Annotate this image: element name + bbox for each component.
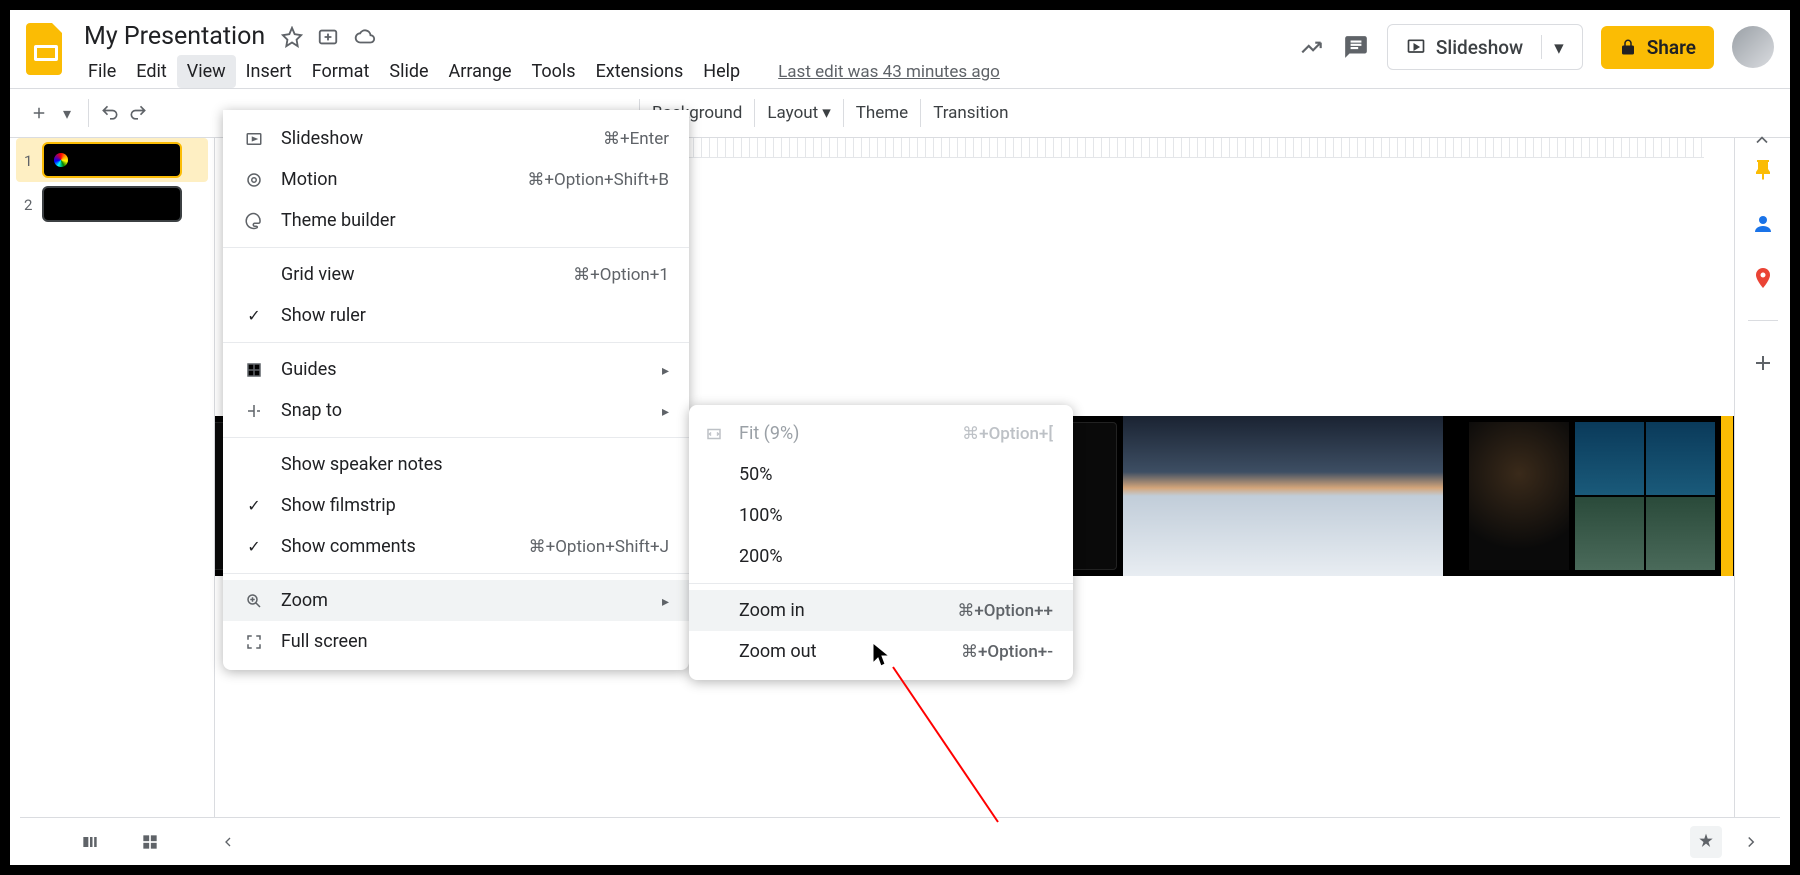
move-icon[interactable] (317, 26, 339, 48)
menu-view[interactable]: View (177, 55, 236, 88)
show-side-panel-icon[interactable] (1742, 833, 1760, 851)
cloud-status-icon[interactable] (353, 26, 377, 48)
view-menu-zoom[interactable]: Zoom (223, 580, 689, 621)
fullscreen-icon (243, 633, 265, 651)
comments-icon[interactable] (1343, 34, 1369, 60)
fit-icon (703, 425, 725, 443)
last-edit-link[interactable]: Last edit was 43 minutes ago (768, 56, 1010, 88)
menu-tools[interactable]: Tools (522, 55, 586, 88)
grid-view-icon[interactable] (140, 832, 160, 852)
slideshow-dropdown-icon[interactable]: ▾ (1554, 36, 1564, 59)
submenu-arrow-icon (662, 359, 669, 380)
collapse-toolbar-icon[interactable] (1752, 130, 1772, 150)
contacts-icon[interactable] (1751, 212, 1775, 236)
zoom-icon (243, 592, 265, 610)
annotation-cursor-icon (872, 642, 874, 644)
new-slide-button[interactable] (28, 102, 50, 124)
snap-icon (243, 402, 265, 420)
zoom-100[interactable]: 100% (689, 495, 1073, 536)
chevron-down-icon: ▾ (822, 103, 831, 123)
filmstrip-view-icon[interactable] (80, 832, 100, 852)
trend-icon[interactable] (1299, 34, 1325, 60)
menu-bar: File Edit View Insert Format Slide Arran… (78, 55, 1299, 88)
thumb-number: 2 (24, 186, 32, 214)
zoom-in[interactable]: Zoom in ⌘+Option++ (689, 590, 1073, 631)
view-menu-show-ruler[interactable]: Show ruler (223, 295, 689, 336)
view-menu-snap-to[interactable]: Snap to (223, 390, 689, 431)
slides-logo[interactable] (22, 18, 70, 80)
undo-icon[interactable] (99, 102, 121, 124)
menu-arrange[interactable]: Arrange (439, 55, 522, 88)
zoom-submenu: Fit (9%) ⌘+Option+[ 50% 100% 200% Zoom i… (689, 405, 1073, 680)
toolbar-theme[interactable]: Theme (846, 97, 918, 129)
menu-edit[interactable]: Edit (126, 55, 176, 88)
motion-icon (243, 171, 265, 189)
zoom-fit[interactable]: Fit (9%) ⌘+Option+[ (689, 413, 1073, 454)
zoom-50[interactable]: 50% (689, 454, 1073, 495)
side-panel (1734, 138, 1790, 823)
check-icon (243, 306, 265, 325)
play-slide-icon (243, 130, 265, 148)
annotation-arrow-icon (888, 662, 1008, 822)
menu-insert[interactable]: Insert (236, 55, 302, 88)
view-menu-filmstrip[interactable]: Show filmstrip (223, 485, 689, 526)
share-button-label: Share (1647, 36, 1696, 59)
explore-button[interactable] (1690, 826, 1722, 858)
submenu-arrow-icon (662, 590, 669, 611)
new-slide-dropdown-icon[interactable]: ▾ (56, 102, 78, 124)
view-menu-motion[interactable]: Motion ⌘+Option+Shift+B (223, 159, 689, 200)
maps-icon[interactable] (1751, 266, 1775, 290)
keep-icon[interactable] (1751, 158, 1775, 182)
add-on-plus-icon[interactable] (1751, 351, 1775, 375)
doc-title[interactable]: My Presentation (78, 20, 271, 53)
palette-icon (243, 212, 265, 230)
submenu-arrow-icon (662, 400, 669, 421)
redo-icon[interactable] (127, 102, 149, 124)
menu-slide[interactable]: Slide (379, 55, 438, 88)
thumb-number: 1 (24, 142, 32, 170)
view-menu-guides[interactable]: Guides (223, 349, 689, 390)
view-menu-comments[interactable]: Show comments ⌘+Option+Shift+J (223, 526, 689, 567)
view-menu-slideshow[interactable]: Slideshow ⌘+Enter (223, 118, 689, 159)
view-menu-dropdown: Slideshow ⌘+Enter Motion ⌘+Option+Shift+… (223, 110, 689, 670)
slide-thumbnail-1[interactable]: 1 (16, 138, 208, 182)
account-avatar[interactable] (1732, 26, 1774, 68)
view-menu-speaker-notes[interactable]: Show speaker notes (223, 444, 689, 485)
slide-thumbnail-2[interactable]: 2 (16, 182, 208, 226)
menu-file[interactable]: File (78, 55, 126, 88)
menu-extensions[interactable]: Extensions (586, 55, 694, 88)
zoom-200[interactable]: 200% (689, 536, 1073, 577)
filmstrip: 1 2 (10, 138, 215, 823)
check-icon (243, 537, 265, 556)
menu-format[interactable]: Format (302, 55, 380, 88)
view-menu-full-screen[interactable]: Full screen (223, 621, 689, 662)
star-icon[interactable] (281, 26, 303, 48)
guides-icon (243, 361, 265, 379)
share-button[interactable]: Share (1601, 26, 1714, 69)
toolbar-transition[interactable]: Transition (923, 97, 1018, 129)
slideshow-button[interactable]: Slideshow ▾ (1387, 24, 1583, 70)
view-menu-theme-builder[interactable]: Theme builder (223, 200, 689, 241)
check-icon (243, 496, 265, 515)
slideshow-button-label: Slideshow (1436, 36, 1523, 59)
collapse-filmstrip-icon[interactable] (220, 834, 236, 850)
menu-help[interactable]: Help (693, 55, 750, 88)
toolbar-layout[interactable]: Layout▾ (757, 97, 840, 129)
view-menu-grid-view[interactable]: Grid view ⌘+Option+1 (223, 254, 689, 295)
